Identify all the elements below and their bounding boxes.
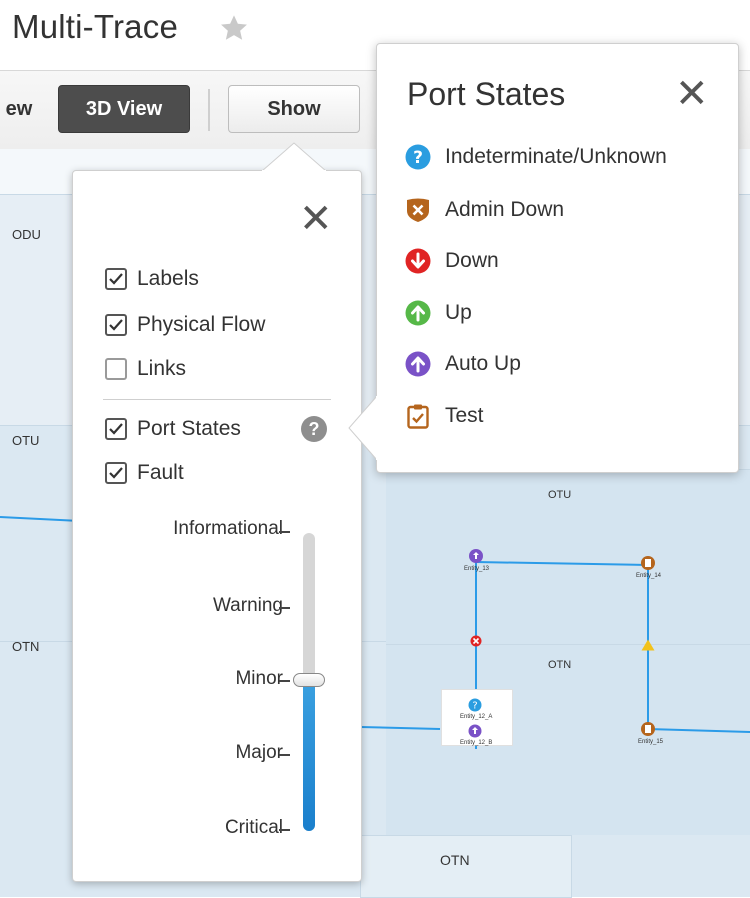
auto-up-arrow-circle-icon [405,351,431,377]
fault-label: Fault [137,461,184,484]
clipboard-check-icon [405,403,431,429]
warning-triangle-icon[interactable] [641,639,655,651]
entity-12b-up-icon[interactable] [468,724,482,738]
labels-checkbox[interactable] [105,268,127,290]
tick-major [279,754,290,756]
legend-item-auto-up: Auto Up [405,351,521,377]
labels-label: Labels [137,267,199,290]
show-popover-arrow [262,142,326,172]
2d-view-button[interactable]: ew [0,85,58,133]
question-circle-icon: ? [405,144,431,170]
entity-12a-unknown-icon[interactable]: ? [468,698,482,712]
port-states-title: Port States [407,76,566,112]
entity-label: Entity_12_B [460,740,493,746]
option-physical-flow[interactable]: Physical Flow [105,313,265,337]
toolbar-divider [208,89,210,131]
star-icon[interactable] [218,12,250,44]
tick-informational [279,531,290,533]
legend-label: Down [445,249,499,272]
severity-slider-fill [303,681,315,831]
show-options-panel: ✕ Labels Physical Flow Links Port States… [72,170,362,882]
tick-warning [279,607,290,609]
down-arrow-circle-icon [405,248,431,274]
port-states-label: Port States [137,417,241,440]
entity-label: Entity_13 [464,566,490,572]
severity-critical[interactable]: Critical [103,817,283,839]
help-icon[interactable]: ? [301,416,327,442]
svg-text:?: ? [413,148,423,168]
admin-down-shield-icon [405,197,431,223]
up-arrow-circle-icon [405,300,431,326]
entity-15-test-icon[interactable] [640,721,656,737]
legend-label: Test [445,404,484,427]
severity-major[interactable]: Major [103,742,283,764]
legend-label: Indeterminate/Unknown [445,145,667,168]
option-fault[interactable]: Fault [105,461,184,485]
entity-label: Entity_14 [636,573,662,579]
physical-flow-checkbox[interactable] [105,314,127,336]
severity-informational[interactable]: Informational [103,518,283,540]
legend-item-down: Down [405,248,499,274]
entity-label: Entity_15 [638,739,664,745]
entity-13-up-icon[interactable] [468,548,484,564]
legend-label: Auto Up [445,352,521,375]
entity-14-test-icon[interactable] [640,555,656,571]
close-icon[interactable]: ✕ [299,199,333,239]
entity-label: Entity_12_A [460,714,493,720]
options-divider [103,399,331,400]
svg-text:?: ? [472,701,477,712]
port-states-popover-arrow [348,396,378,460]
page-title: Multi-Trace [12,8,178,45]
tick-critical [279,829,290,831]
port-states-checkbox[interactable] [105,418,127,440]
option-port-states[interactable]: Port States [105,417,241,441]
show-button[interactable]: Show [228,85,360,133]
fault-down-icon[interactable] [470,635,482,647]
tick-minor [279,680,290,682]
legend-label: Admin Down [445,198,565,221]
port-states-panel: Port States ✕ ? Indeterminate/Unknown Ad… [376,43,739,473]
3d-view-button[interactable]: 3D View [58,85,190,133]
legend-item-admin-down: Admin Down [405,197,564,223]
links-label: Links [137,357,187,380]
links-checkbox[interactable] [105,358,127,380]
close-icon[interactable]: ✕ [675,74,709,114]
fault-checkbox[interactable] [105,462,127,484]
legend-item-test: Test [405,403,484,429]
physical-flow-label: Physical Flow [137,313,266,336]
legend-item-up: Up [405,300,472,326]
severity-warning[interactable]: Warning [103,595,283,617]
legend-label: Up [445,301,472,324]
legend-item-unknown: ? Indeterminate/Unknown [405,144,667,170]
option-links[interactable]: Links [105,357,186,381]
option-labels[interactable]: Labels [105,267,199,291]
severity-slider-handle[interactable] [293,673,325,687]
severity-minor[interactable]: Minor [103,668,283,690]
